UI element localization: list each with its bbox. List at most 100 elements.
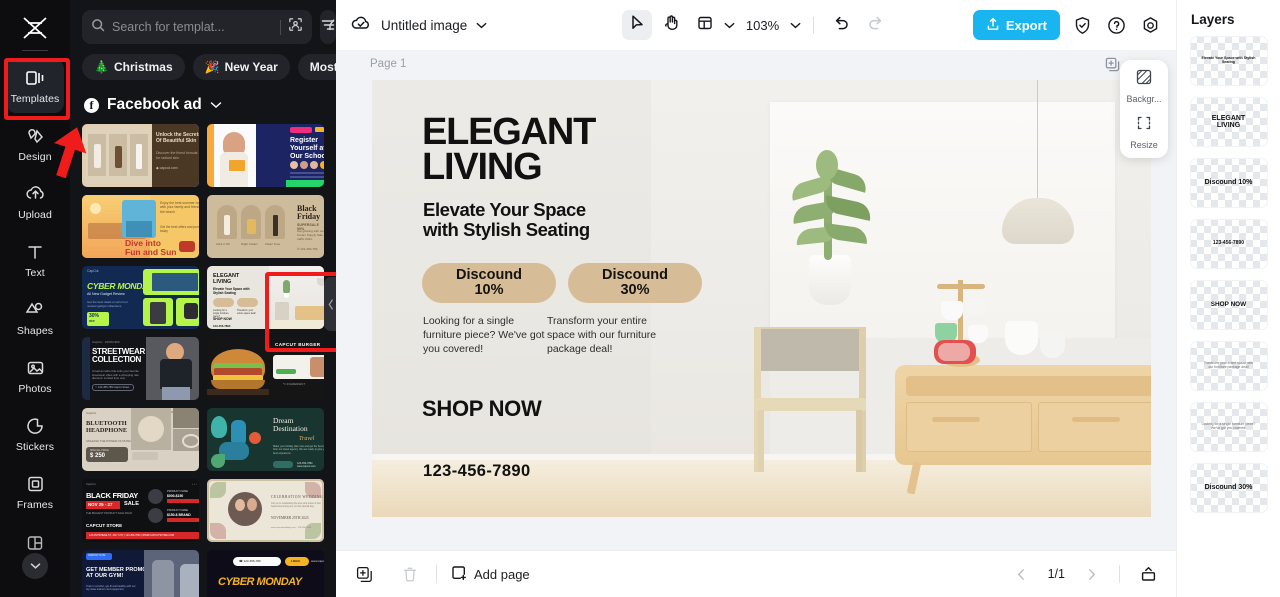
layer-item[interactable]: Transform your entire space with our fur… — [1189, 341, 1268, 391]
category-chips: 🎄 Christmas 🎉 New Year Most — [70, 44, 336, 80]
layer-item[interactable]: Discound 10% — [1189, 158, 1268, 208]
redo-button[interactable] — [860, 10, 890, 40]
help-circle-icon[interactable] — [1104, 13, 1128, 37]
photos-icon — [24, 357, 46, 379]
toolbar-separator — [813, 16, 815, 34]
duplicate-icon[interactable] — [352, 562, 376, 586]
export-button[interactable]: Export — [972, 10, 1060, 40]
sidebar-item-shapes[interactable]: Shapes — [6, 291, 64, 345]
editor-main: Untitled image 103% Export Page 1 ELEGAN… — [336, 0, 1176, 597]
shield-check-icon[interactable] — [1070, 13, 1094, 37]
template-thumbnail[interactable]: Unlock the Secrets Of Beautiful Skin Dis… — [82, 124, 199, 187]
search-icon — [91, 18, 105, 37]
category-header[interactable]: f Facebook ad — [70, 80, 336, 124]
sidebar-item-photos[interactable]: Photos — [6, 349, 64, 403]
panel-collapse-handle[interactable] — [324, 277, 336, 331]
template-thumbnail[interactable]: Register Yourself at Our School! — [207, 124, 324, 187]
layout-chevron-down-icon[interactable] — [724, 16, 735, 34]
pill2-line1: Discound — [601, 266, 669, 283]
layers-panel: Layers Elevate Your Space with Stylish S… — [1176, 0, 1280, 597]
add-page-icon — [451, 565, 467, 584]
layer-item[interactable]: Looking for a single furniture piece? We… — [1189, 402, 1268, 452]
layer-label: Discound 10% — [1204, 179, 1253, 187]
template-thumbnail[interactable]: ☎ 123-456-789 LOGO www.capcut.com CYBER … — [207, 550, 324, 597]
artboard-blurb-1[interactable]: Looking for a single furniture piece? We… — [423, 314, 551, 357]
settings-icon[interactable] — [1138, 13, 1162, 37]
sidebar-item-frames[interactable]: Frames — [6, 465, 64, 519]
sidebar-item-design[interactable]: Design — [6, 117, 64, 171]
rail-expand-more-button[interactable] — [22, 553, 48, 579]
layer-label: Transform your entire space with our fur… — [1203, 361, 1254, 369]
template-thumbnail[interactable]: Dream Destination Travel Make your holida… — [207, 408, 324, 471]
resize-tool-button[interactable]: Resize — [1121, 114, 1167, 150]
chip-new-year[interactable]: 🎉 New Year — [192, 54, 290, 80]
discount-pill-30[interactable]: Discound 30% — [568, 263, 702, 303]
sidebar-label-stickers: Stickers — [15, 441, 55, 453]
sidebar-item-templates[interactable]: Templates — [6, 59, 64, 113]
prev-page-button[interactable] — [1010, 562, 1034, 586]
layer-label: Looking for a single furniture piece? We… — [1201, 422, 1256, 430]
search-separator — [280, 19, 281, 35]
layer-item[interactable]: ELEGANT LIVING — [1189, 97, 1268, 147]
layer-label: SHOP NOW — [1210, 300, 1247, 308]
template-thumbnail[interactable]: CapCut • • • BLACK FRIDAY NOV 25 - 27 SA… — [82, 479, 199, 542]
duplicate-page-icon[interactable] — [1105, 57, 1120, 77]
artboard-cta[interactable]: SHOP NOW — [422, 396, 542, 422]
next-page-button[interactable] — [1079, 562, 1103, 586]
template-thumbnail[interactable]: CapCut · FROM $69 STREETWEAR COLLECTION U… — [82, 337, 199, 400]
chip-most[interactable]: Most — [297, 54, 336, 80]
design-artboard[interactable]: ELEGANT LIVING Elevate Your Space with S… — [372, 80, 1151, 517]
pill1-line2: 10% — [474, 282, 504, 298]
document-title[interactable]: Untitled image — [381, 18, 467, 33]
templates-icon — [24, 67, 46, 89]
pill2-line2: 30% — [620, 282, 650, 298]
editor-bottom-bar: Add page 1/1 — [336, 550, 1176, 597]
search-input[interactable] — [112, 20, 273, 34]
add-page-button[interactable]: Add page — [451, 565, 530, 584]
template-thumbnail[interactable]: Ultra C-50 Night Cream Clean Tone Black F… — [207, 195, 324, 258]
trash-icon[interactable] — [398, 562, 422, 586]
template-thumbnail[interactable]: CAPCUT BURGER "Delicious & Flavourful" *… — [207, 337, 324, 400]
template-thumbnail[interactable]: CapCut CYBER MONDAY All New Gadget Revie… — [82, 266, 199, 329]
background-tool-button[interactable]: Backgr... — [1121, 68, 1167, 104]
present-icon[interactable] — [1136, 562, 1160, 586]
layer-item[interactable]: Elevate Your Space with Stylish Seating — [1189, 36, 1268, 86]
filter-button[interactable] — [320, 10, 336, 44]
capcut-logo-icon — [17, 12, 53, 44]
bottom-separator — [436, 565, 437, 583]
canvas-area[interactable]: Page 1 ELEGANT LIVING Elevate Your Space… — [336, 50, 1176, 550]
template-thumbnail-elegant-living[interactable]: ELEGANT LIVING Elevate Your Space with St… — [207, 266, 324, 329]
image-search-icon[interactable] — [288, 17, 303, 37]
layer-item[interactable]: SHOP NOW — [1189, 280, 1268, 330]
undo-button[interactable] — [826, 10, 856, 40]
chevron-down-icon[interactable] — [210, 96, 222, 114]
template-thumbnail[interactable]: CAPCUT GYM GET MEMBER PROMOS AT OUR GYM! … — [82, 550, 199, 597]
layer-item[interactable]: Discound 30% — [1189, 463, 1268, 513]
select-tool-button[interactable] — [621, 10, 652, 40]
layout-tool-button[interactable] — [690, 10, 720, 40]
artboard-phone[interactable]: 123-456-7890 — [423, 462, 531, 481]
artboard-blurb-2[interactable]: Transform your entire space with our fur… — [547, 314, 675, 357]
discount-pill-10[interactable]: Discound 10% — [422, 263, 556, 303]
hand-icon — [663, 14, 679, 36]
template-thumbnail[interactable]: CELEBRATION WEDDING Join us in celebrati… — [207, 479, 324, 542]
sidebar-item-stickers[interactable]: Stickers — [6, 407, 64, 461]
artboard-title[interactable]: ELEGANT LIVING — [422, 113, 596, 188]
artboard-title-line2: LIVING — [422, 145, 543, 188]
hand-tool-button[interactable] — [656, 10, 686, 40]
sidebar-item-text[interactable]: Text — [6, 233, 64, 287]
template-thumbnail[interactable]: CapCut HOME PRODUCT ABOUT CART BLUETOOTH… — [82, 408, 199, 471]
layer-item[interactable]: 123-456-7890 — [1189, 219, 1268, 269]
zoom-level[interactable]: 103% — [746, 18, 779, 33]
sidebar-item-upload[interactable]: Upload — [6, 175, 64, 229]
search-box[interactable] — [82, 10, 312, 44]
bottom-bar-right: 1/1 — [1010, 562, 1160, 586]
zoom-chevron-down-icon[interactable] — [790, 16, 801, 34]
layer-label: Elevate Your Space with Stylish Seating — [1201, 56, 1256, 64]
sidebar-label-frames: Frames — [16, 499, 54, 511]
document-menu-chevron-down-icon[interactable] — [476, 16, 487, 34]
chip-christmas[interactable]: 🎄 Christmas — [82, 54, 185, 80]
artboard-subtitle[interactable]: Elevate Your Space with Stylish Seating — [423, 200, 590, 240]
shapes-icon — [24, 299, 46, 321]
template-thumbnail[interactable]: Enjoy the best summer holiday with your … — [82, 195, 199, 258]
